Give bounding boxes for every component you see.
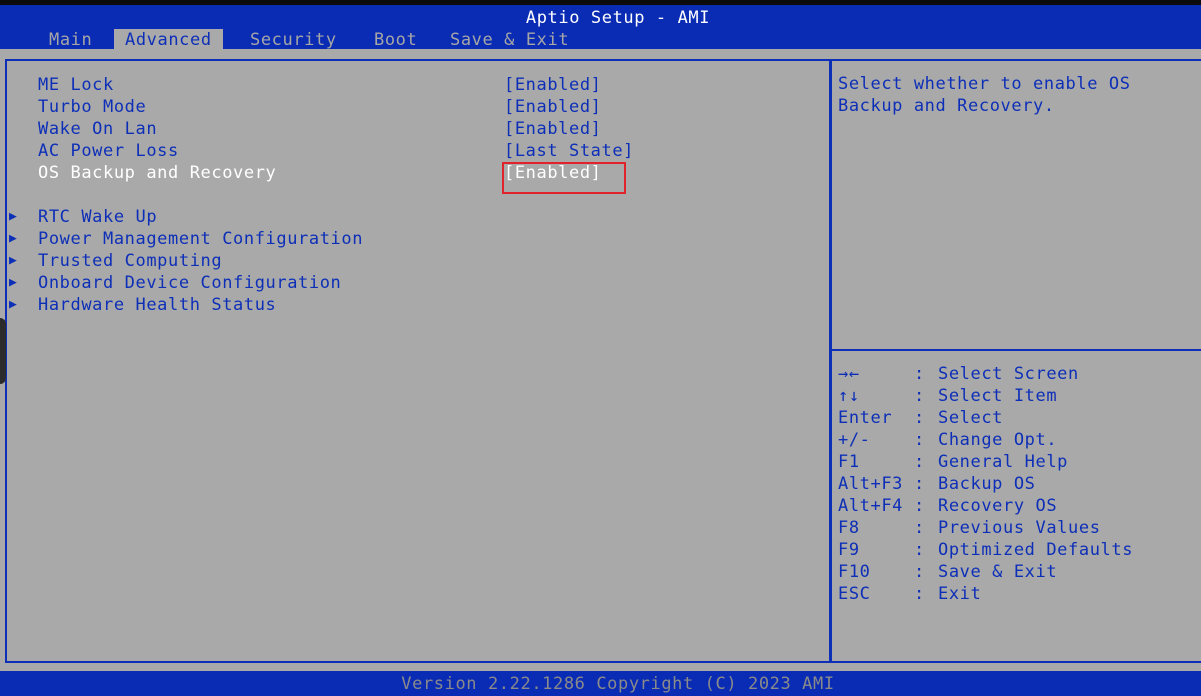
triangle-right-icon: ▶ xyxy=(9,275,18,290)
key-name: F1 xyxy=(838,452,860,472)
setting-label: OS Backup and Recovery xyxy=(38,163,277,183)
selection-highlight-box xyxy=(502,162,626,194)
key-separator: : xyxy=(914,430,925,450)
key-description: Select Item xyxy=(938,386,1058,406)
key-hint-row: Alt+F3 : Backup OS xyxy=(838,473,1198,495)
setting-value[interactable]: [Enabled] xyxy=(504,74,602,96)
key-separator: : xyxy=(914,474,925,494)
key-name: +/- xyxy=(838,430,871,450)
tab-save-exit[interactable]: Save & Exit xyxy=(450,29,569,51)
key-hint-row: F8 : Previous Values xyxy=(838,517,1198,539)
key-description: Optimized Defaults xyxy=(938,540,1134,560)
key-separator: : xyxy=(914,386,925,406)
help-divider xyxy=(832,349,1201,351)
setting-label: ME Lock xyxy=(38,75,114,95)
key-name: Enter xyxy=(838,408,893,428)
key-description: Change Opt. xyxy=(938,430,1058,450)
submenu-label: Trusted Computing xyxy=(38,251,223,271)
key-name: Alt+F4 xyxy=(838,496,904,516)
submenu-rtc-wake-up[interactable]: ▶ RTC Wake Up xyxy=(7,206,827,228)
setting-row-wake-on-lan[interactable]: Wake On Lan [Enabled] xyxy=(7,118,827,140)
setting-row-ac-power-loss[interactable]: AC Power Loss [Last State] xyxy=(7,140,827,162)
submenu-label: Hardware Health Status xyxy=(38,295,277,315)
key-hint-row: Enter : Select xyxy=(838,407,1198,429)
tab-boot[interactable]: Boot xyxy=(374,29,417,51)
triangle-right-icon: ▶ xyxy=(9,253,18,268)
tab-main[interactable]: Main xyxy=(49,29,92,51)
arrows-vertical-icon: ↑↓ xyxy=(838,386,860,406)
key-separator: : xyxy=(914,364,925,384)
tab-security[interactable]: Security xyxy=(250,29,337,51)
frame-bottom xyxy=(0,663,1201,671)
setting-label: Wake On Lan xyxy=(38,119,158,139)
key-description: Save & Exit xyxy=(938,562,1058,582)
key-separator: : xyxy=(914,562,925,582)
key-hint-row: +/- : Change Opt. xyxy=(838,429,1198,451)
key-hint-row: F9 : Optimized Defaults xyxy=(838,539,1198,561)
setting-row-me-lock[interactable]: ME Lock [Enabled] xyxy=(7,74,827,96)
key-hint-row: ESC : Exit xyxy=(838,583,1198,605)
tab-bar: Main Advanced Security Boot Save & Exit xyxy=(0,29,1201,51)
bios-header: Aptio Setup - AMI Main Advanced Security… xyxy=(0,5,1201,51)
key-name: F9 xyxy=(838,540,860,560)
key-name: ESC xyxy=(838,584,871,604)
key-separator: : xyxy=(914,408,925,428)
submenu-onboard-device[interactable]: ▶ Onboard Device Configuration xyxy=(7,272,827,294)
submenu-label: Power Management Configuration xyxy=(38,229,364,249)
setting-value[interactable]: [Enabled] xyxy=(504,118,602,140)
arrows-horizontal-icon: →← xyxy=(838,364,860,384)
key-separator: : xyxy=(914,518,925,538)
help-description: Select whether to enable OS Backup and R… xyxy=(838,74,1131,116)
submenu-label: RTC Wake Up xyxy=(38,207,158,227)
triangle-right-icon: ▶ xyxy=(9,231,18,246)
version-copyright: Version 2.22.1286 Copyright (C) 2023 AMI xyxy=(401,674,835,694)
key-separator: : xyxy=(914,496,925,516)
setting-value[interactable]: [Last State] xyxy=(504,140,634,162)
key-description: General Help xyxy=(938,452,1069,472)
key-name: F8 xyxy=(838,518,860,538)
key-hint-row: F10 : Save & Exit xyxy=(838,561,1198,583)
key-description: Select Screen xyxy=(938,364,1079,384)
key-description: Previous Values xyxy=(938,518,1101,538)
key-description: Backup OS xyxy=(938,474,1036,494)
setting-row-os-backup-recovery[interactable]: OS Backup and Recovery [Enabled] xyxy=(7,162,827,184)
key-hint-row: F1 : General Help xyxy=(838,451,1198,473)
settings-panel: ME Lock [Enabled] Turbo Mode [Enabled] W… xyxy=(5,59,831,663)
key-separator: : xyxy=(914,540,925,560)
key-hint-row: ↑↓ : Select Item xyxy=(838,385,1198,407)
key-hint-row: Alt+F4 : Recovery OS xyxy=(838,495,1198,517)
submenu-hardware-health[interactable]: ▶ Hardware Health Status xyxy=(7,294,827,316)
key-separator: : xyxy=(914,452,925,472)
app-title: Aptio Setup - AMI xyxy=(525,8,711,28)
triangle-right-icon: ▶ xyxy=(9,209,18,224)
submenu-power-management[interactable]: ▶ Power Management Configuration xyxy=(7,228,827,250)
key-separator: : xyxy=(914,584,925,604)
key-name: F10 xyxy=(838,562,871,582)
submenu-trusted-computing[interactable]: ▶ Trusted Computing xyxy=(7,250,827,272)
side-notch xyxy=(0,318,6,384)
submenu-label: Onboard Device Configuration xyxy=(38,273,342,293)
triangle-right-icon: ▶ xyxy=(9,297,18,312)
key-description: Recovery OS xyxy=(938,496,1058,516)
help-panel: Select whether to enable OS Backup and R… xyxy=(830,59,1201,663)
key-name: Alt+F3 xyxy=(838,474,904,494)
setting-label: AC Power Loss xyxy=(38,141,179,161)
key-description: Select xyxy=(938,408,1004,428)
key-description: Exit xyxy=(938,584,982,604)
frame-top xyxy=(0,49,1201,59)
setting-row-turbo-mode[interactable]: Turbo Mode [Enabled] xyxy=(7,96,827,118)
setting-value[interactable]: [Enabled] xyxy=(504,96,602,118)
tab-advanced[interactable]: Advanced xyxy=(114,29,223,51)
setting-label: Turbo Mode xyxy=(38,97,147,117)
key-hint-row: →← : Select Screen xyxy=(838,363,1198,385)
bios-footer: Version 2.22.1286 Copyright (C) 2023 AMI xyxy=(0,671,1201,696)
